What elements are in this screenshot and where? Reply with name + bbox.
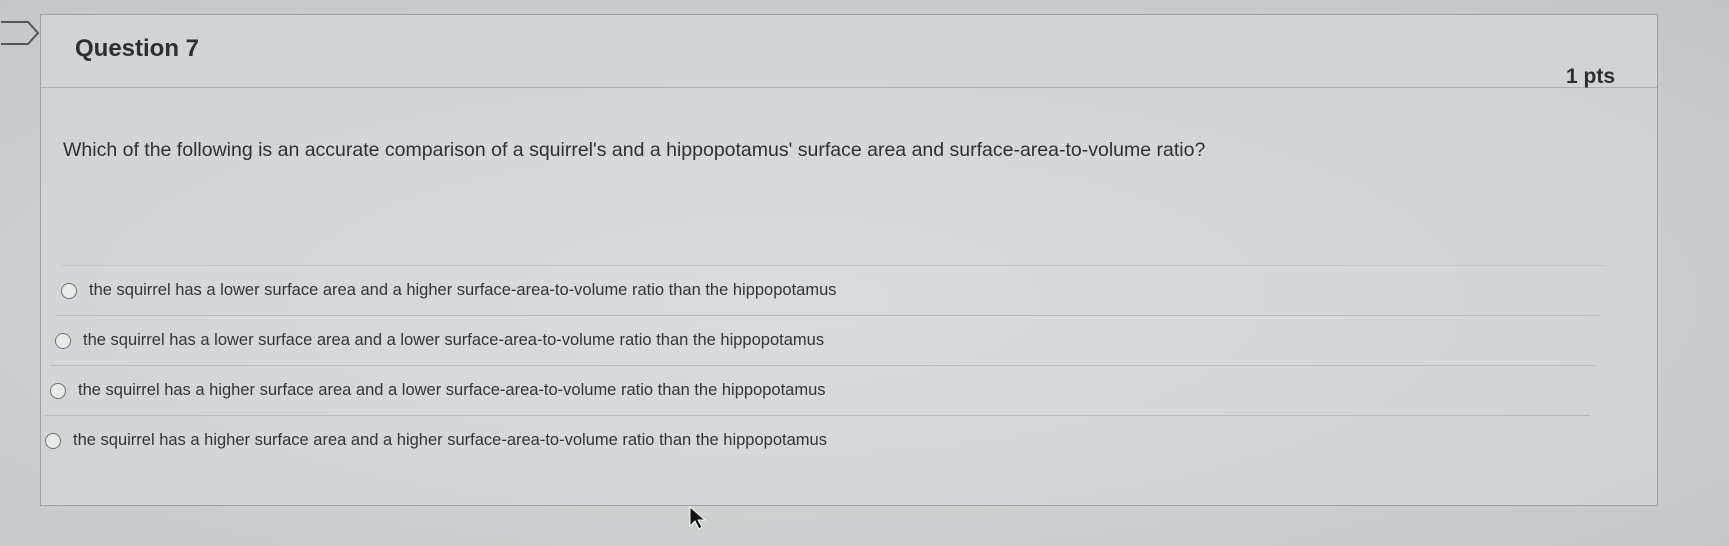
question-card: Question 7 1 pts Which of the following …	[40, 14, 1658, 506]
radio-button-icon[interactable]	[45, 432, 61, 449]
mouse-cursor-icon	[689, 506, 706, 530]
flag-icon[interactable]	[0, 18, 44, 48]
answer-text-4: the squirrel has a higher surface area a…	[73, 431, 827, 449]
points-label: 1 pts	[1565, 65, 1615, 88]
answer-option-2[interactable]: the squirrel has a lower surface area an…	[55, 315, 1600, 365]
answer-option-3[interactable]: the squirrel has a higher surface area a…	[50, 365, 1595, 415]
radio-button-icon[interactable]	[61, 282, 77, 299]
question-title: Question 7	[75, 35, 200, 62]
answer-text-1: the squirrel has a lower surface area an…	[89, 281, 837, 299]
radio-button-icon[interactable]	[55, 332, 71, 349]
answer-option-1[interactable]: the squirrel has a lower surface area an…	[61, 265, 1606, 315]
radio-button-icon[interactable]	[50, 382, 66, 399]
answer-text-3: the squirrel has a higher surface area a…	[78, 381, 826, 399]
question-text: Which of the following is an accurate co…	[63, 139, 1206, 161]
answer-text-2: the squirrel has a lower surface area an…	[83, 331, 825, 349]
answer-option-4[interactable]: the squirrel has a higher surface area a…	[45, 415, 1590, 465]
question-header: Question 7 1 pts	[41, 15, 1657, 88]
